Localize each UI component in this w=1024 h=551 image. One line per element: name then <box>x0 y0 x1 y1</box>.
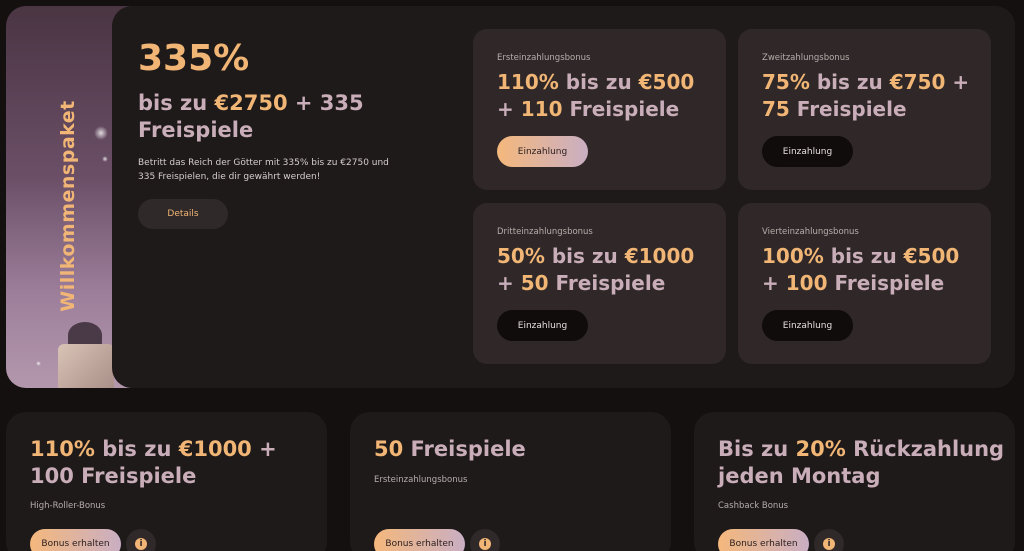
promo-label: Ersteinzahlungsbonus <box>374 475 468 485</box>
info-button[interactable]: i <box>814 529 844 551</box>
sparkle-decoration <box>102 156 108 162</box>
claim-bonus-button[interactable]: Bonus erhalten <box>30 529 121 551</box>
promo-card-high-roller: 110% bis zu €1000 + 100 Freispiele High-… <box>6 412 327 551</box>
promo-title: 50 Freispiele <box>374 437 526 461</box>
welcome-percent: 335% <box>138 38 250 79</box>
details-button[interactable]: Details <box>138 199 228 229</box>
welcome-package-panel: Willkommenspaket 335% bis zu €2750 + 335… <box>6 6 1015 388</box>
welcome-description: Betritt das Reich der Götter mit 335% bi… <box>138 158 389 182</box>
promo-label: High-Roller-Bonus <box>30 501 106 511</box>
sparkle-decoration <box>94 126 108 140</box>
promo-label: Cashback Bonus <box>718 501 789 511</box>
bonus-card-title: 110% bis zu €500 + 110 Freispiele <box>497 70 695 121</box>
info-icon: i <box>823 538 835 550</box>
deposit-button[interactable]: Einzahlung <box>497 310 588 341</box>
deposit-bonus-card-3: Dritteinzahlungsbonus 50% bis zu €1000 +… <box>473 203 726 364</box>
promo-card-cashback: Bis zu 20% Rückzahlung jeden Montag Cash… <box>694 412 1015 551</box>
welcome-subtitle: bis zu €2750 + 335 Freispiele <box>138 91 364 142</box>
deposit-bonus-card-2: Zweitzahlungsbonus 75% bis zu €750 + 75 … <box>738 29 991 190</box>
info-icon: i <box>479 538 491 550</box>
bonus-card-label: Dritteinzahlungsbonus <box>497 227 593 237</box>
deposit-button[interactable]: Einzahlung <box>762 310 853 341</box>
promo-card-free-spins: 50 Freispiele Ersteinzahlungsbonus Bonus… <box>350 412 671 551</box>
deposit-bonus-card-4: Vierteinzahlungsbonus 100% bis zu €500 +… <box>738 203 991 364</box>
sparkle-decoration <box>36 361 41 366</box>
bonus-card-title: 50% bis zu €1000 + 50 Freispiele <box>497 244 695 295</box>
gift-box-icon <box>58 322 114 388</box>
claim-bonus-button[interactable]: Bonus erhalten <box>374 529 465 551</box>
bonus-card-title: 100% bis zu €500 + 100 Freispiele <box>762 244 960 295</box>
info-button[interactable]: i <box>126 529 156 551</box>
promo-title: 110% bis zu €1000 + 100 Freispiele <box>30 437 277 488</box>
info-button[interactable]: i <box>470 529 500 551</box>
info-icon: i <box>135 538 147 550</box>
deposit-button[interactable]: Einzahlung <box>497 136 588 167</box>
bonus-card-label: Zweitzahlungsbonus <box>762 53 850 63</box>
bonus-card-label: Ersteinzahlungsbonus <box>497 53 591 63</box>
deposit-bonus-card-1: Ersteinzahlungsbonus 110% bis zu €500 + … <box>473 29 726 190</box>
claim-bonus-button[interactable]: Bonus erhalten <box>718 529 809 551</box>
welcome-side-title: Willkommenspaket <box>57 100 79 312</box>
bonus-card-title: 75% bis zu €750 + 75 Freispiele <box>762 70 970 121</box>
promo-title: Bis zu 20% Rückzahlung jeden Montag <box>718 437 1005 488</box>
deposit-button[interactable]: Einzahlung <box>762 136 853 167</box>
bonus-card-label: Vierteinzahlungsbonus <box>762 227 859 237</box>
